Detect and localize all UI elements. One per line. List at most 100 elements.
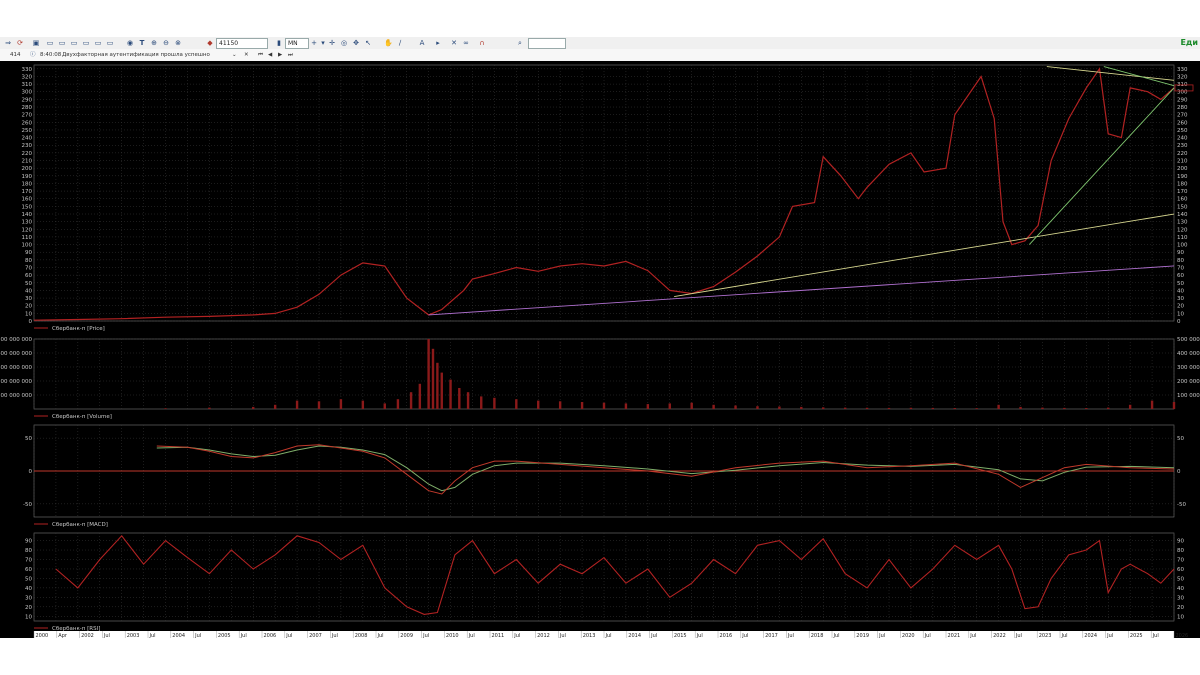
x-tick-label: 2021 <box>948 633 961 638</box>
text-icon[interactable]: T <box>138 38 146 48</box>
pane-frame <box>33 532 1175 622</box>
macd-line <box>156 444 1175 495</box>
volume-bar <box>427 339 430 409</box>
y-tick-label-right: 210 <box>1177 159 1188 165</box>
y-tick-label-left: 140 <box>22 212 33 218</box>
filter-icon[interactable]: ◉ <box>126 38 134 48</box>
y-tick-label-right: 100 <box>1177 243 1188 249</box>
eraser-icon[interactable]: ✕ <box>450 38 458 48</box>
y-tick-label-left: 160 <box>22 197 33 203</box>
zoom-icon[interactable]: ⊗ <box>174 38 182 48</box>
y-tick-label-right: 60 <box>1177 567 1184 573</box>
x-tick-label: 2012 <box>537 633 550 638</box>
y-tick-label-left: 170 <box>22 189 33 195</box>
window-icon[interactable]: ▭ <box>46 38 54 48</box>
x-tick-label: Jul <box>878 633 885 638</box>
window-icon[interactable]: ▭ <box>94 38 102 48</box>
y-tick-label-left: 10 <box>25 311 32 317</box>
y-tick-label-right: 230 <box>1177 143 1188 149</box>
x-tick-label: 2020 <box>902 633 915 638</box>
crosshair-icon[interactable]: ✛ <box>328 38 336 48</box>
y-tick-label-right: 50 <box>1177 436 1184 442</box>
plus-icon[interactable]: + <box>310 38 318 48</box>
y-tick-label-left: 310 <box>22 82 33 88</box>
window-icon[interactable]: ▭ <box>58 38 66 48</box>
y-tick-label-right: 160 <box>1177 197 1188 203</box>
window-icon[interactable]: ▭ <box>82 38 90 48</box>
prev-page-icon[interactable]: ◀ <box>268 50 272 60</box>
volume-bar <box>1172 402 1176 409</box>
arrow-icon[interactable]: ⇒ <box>4 38 12 48</box>
trendline[interactable] <box>1103 66 1175 87</box>
y-tick-label-left: 100 000 000 <box>0 393 32 399</box>
volume-pane[interactable]: 100 000 000 100 000 000 200 000 000 200 000… <box>0 337 1200 420</box>
chevron-down-icon[interactable]: ⌄ <box>232 50 237 60</box>
volume-bar <box>1150 400 1154 409</box>
pane-label: Сбербанк-п [MACD] <box>52 522 108 528</box>
move-icon[interactable]: ✥ <box>352 38 360 48</box>
print-icon[interactable]: ▣ <box>32 38 40 48</box>
x-tick-label: Jul <box>468 633 475 638</box>
last-page-icon[interactable]: ⏭ <box>288 50 293 60</box>
y-tick-label-left: 280 <box>22 105 33 111</box>
chevron-down-icon[interactable]: ▾ <box>319 38 327 48</box>
window-icon[interactable]: ▭ <box>70 38 78 48</box>
x-tick-label: Jul <box>924 633 931 638</box>
y-tick-label-left: 70 <box>25 557 32 563</box>
x-tick-label: 2005 <box>218 633 231 638</box>
y-tick-label-right: 220 <box>1177 151 1188 157</box>
y-tick-label-left: 320 <box>22 74 33 80</box>
rsi-pane[interactable]: 10 1020 2030 3040 4050 5060 6070 7080 8090 90Сбер… <box>25 532 1184 632</box>
macd-pane[interactable]: -50 -50 0 0 50 50 Сбербанк-п [MACD] <box>23 424 1186 528</box>
volume-bar <box>646 404 650 409</box>
flag-icon[interactable]: ▸ <box>434 38 442 48</box>
cursor-icon[interactable]: ↖ <box>364 38 372 48</box>
sync-icon[interactable]: ⟳ <box>16 38 24 48</box>
pen-icon[interactable]: ∕ <box>396 38 404 48</box>
chart-svg[interactable]: 0 010 1020 2030 3040 4050 5060 6070 7080 8090 9010… <box>0 61 1200 639</box>
close-icon[interactable]: ✕ <box>244 50 249 60</box>
price-pane[interactable]: 0 010 1020 2030 3040 4050 5060 6070 7080 8090 9010… <box>22 64 1194 332</box>
chart-area[interactable]: 0 0 10 10 20 20 30 30 40 40 50 50 60 60 70 70 80 80 90 90 10… <box>0 61 1200 639</box>
x-tick-label: Apr <box>58 633 68 638</box>
volume-bar <box>418 383 422 409</box>
instrument-icon[interactable]: ◆ <box>206 38 214 48</box>
search-icon[interactable]: ⌕ <box>516 38 524 48</box>
y-tick-label-left: 270 <box>22 113 33 119</box>
next-page-icon[interactable]: ▶ <box>278 50 282 60</box>
y-tick-label-left: 150 <box>22 204 33 210</box>
magnet-icon[interactable]: ∩ <box>478 38 486 48</box>
link-icon[interactable]: ∞ <box>462 38 470 48</box>
hand-icon[interactable]: ✋ <box>384 38 393 48</box>
y-tick-label-left: 30 <box>25 296 32 302</box>
y-tick-label-left: 20 <box>25 605 32 611</box>
volume-bar <box>339 399 343 409</box>
y-tick-label-right: 200 000 000 <box>1177 379 1200 385</box>
y-tick-label-left: 400 000 000 <box>0 351 32 357</box>
x-tick-label: Jul <box>422 633 429 638</box>
x-tick-label: Jul <box>240 633 247 638</box>
first-page-icon[interactable]: ⏮ <box>258 50 263 60</box>
y-tick-label-left: 0 <box>29 319 33 325</box>
trendline[interactable] <box>674 213 1175 297</box>
zoom-icon[interactable]: ⊕ <box>150 38 158 48</box>
search-input[interactable] <box>528 38 566 49</box>
macd-signal-line <box>156 445 1175 492</box>
window-icon[interactable]: ▭ <box>106 38 114 48</box>
y-tick-label-left: 50 <box>25 576 32 582</box>
volume-bar <box>975 408 978 409</box>
volume-bar <box>466 392 470 409</box>
y-tick-label-left: 500 000 000 <box>0 337 32 343</box>
target-icon[interactable]: ◎ <box>340 38 348 48</box>
timeframe-select[interactable]: MN <box>285 38 309 49</box>
zoom-icon[interactable]: ⊖ <box>162 38 170 48</box>
ticker-field[interactable]: 41150 <box>216 38 268 49</box>
y-tick-label-right: 170 <box>1177 189 1188 195</box>
x-tick-label: Jul <box>285 633 292 638</box>
y-tick-label-right: 130 <box>1177 220 1188 226</box>
volume-bar <box>273 404 277 409</box>
font-icon[interactable]: A <box>418 38 426 48</box>
info-icon: ⓘ <box>30 52 36 58</box>
bar-chart-icon[interactable]: ▮ <box>275 38 283 48</box>
trendline[interactable] <box>428 265 1175 316</box>
